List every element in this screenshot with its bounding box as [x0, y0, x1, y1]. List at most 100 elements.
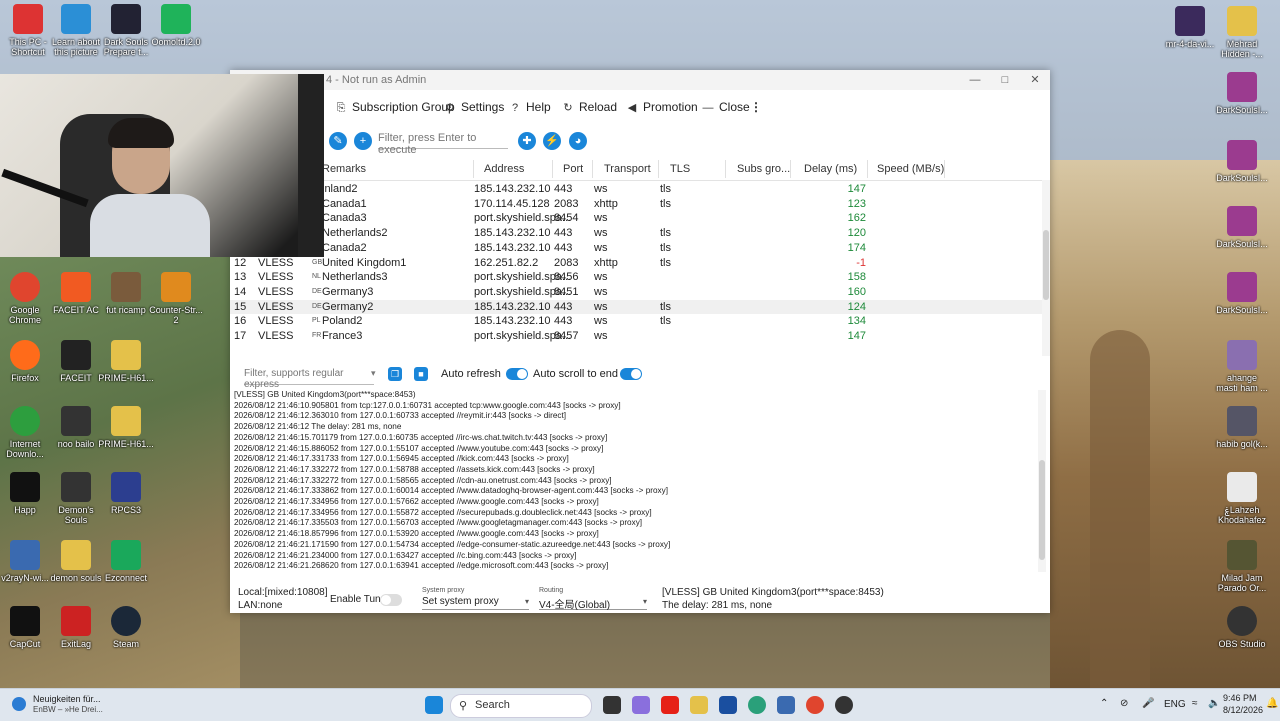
speed-test-button[interactable]: ⚡ [543, 132, 561, 150]
taskbar-search[interactable]: ⚲ Search [450, 694, 592, 718]
log-filter-dropdown-icon[interactable]: ▾ [371, 368, 376, 379]
network-off-icon[interactable]: ⊘ [1120, 698, 1128, 709]
v2rayn-taskbar-icon[interactable] [777, 696, 795, 714]
store-icon[interactable] [719, 696, 737, 714]
microphone-icon[interactable]: 🎤 [1142, 698, 1154, 709]
server-row[interactable]: 17 VLESS FR France3 port.skyshield.spa... 845… [230, 329, 1042, 344]
desktop-icon-ahange[interactable]: ahange masti ham ... [1214, 340, 1270, 393]
maximize-button[interactable]: □ [990, 72, 1020, 88]
server-row[interactable]: Netherlands2 185.143.232.10 443 ws tls 120 [230, 226, 1042, 241]
desktop-icon-fut-ricamp[interactable]: fut ricamp [98, 272, 154, 315]
copilot-icon[interactable] [632, 696, 650, 714]
subscription-group-menu[interactable]: ⎘ Subscription Group [334, 100, 455, 115]
col-address[interactable]: Address [484, 163, 524, 175]
edit-server-button[interactable]: ✎ [329, 132, 347, 150]
desktop-icon-faceit[interactable]: FACEIT [48, 340, 104, 383]
promotion-button[interactable]: ◀ Promotion [625, 100, 698, 114]
auto-scroll-toggle[interactable] [620, 368, 642, 380]
desktop-icon-capcut[interactable]: CapCut [0, 606, 53, 649]
news-title[interactable]: Neuigkeiten für... [33, 694, 101, 704]
reload-button[interactable]: ↻ Reload [561, 100, 617, 114]
copy-log-button[interactable]: ❐ [388, 367, 402, 381]
desktop-icon-darksouls-3[interactable]: DarkSoulsI... [1214, 206, 1270, 249]
col-subs-group[interactable]: Subs gro... [737, 163, 790, 175]
server-row[interactable]: Canada3 port.skyshield.spa... 8454 ws 162 [230, 211, 1042, 226]
col-port[interactable]: Port [563, 163, 583, 175]
file-explorer-icon[interactable] [690, 696, 708, 714]
desktop-icon-darksouls-1[interactable]: DarkSoulsI... [1214, 72, 1270, 115]
clear-log-button[interactable]: ■ [414, 367, 428, 381]
desktop-icon-v2rayn[interactable]: v2rayN-wi... [0, 540, 53, 583]
settings-menu[interactable]: ⚙ Settings [443, 100, 504, 114]
desktop-icon-exitlag[interactable]: ExitLag [48, 606, 104, 649]
desktop-icon-oomoltd[interactable]: Oomoltd.2.0 [148, 4, 204, 47]
language-indicator[interactable]: ENG [1164, 699, 1186, 710]
grid-scroll-thumb[interactable] [1043, 230, 1049, 300]
desktop-icon-lahzeh[interactable]: ۼLahzeh Khodahafez [1214, 472, 1270, 525]
server-filter-input[interactable]: Filter, press Enter to execute [378, 132, 508, 156]
desktop-icon-demons-souls[interactable]: Demon's Souls [48, 472, 104, 525]
desktop-icon-firefox[interactable]: Firefox [0, 340, 53, 383]
desktop-icon-dark-souls[interactable]: Dark Souls Prepare t... [98, 4, 154, 57]
minimize-button[interactable]: — [960, 72, 990, 88]
desktop-icon-habib[interactable]: habib gol(k... [1214, 406, 1270, 449]
tray-chevron-icon[interactable]: ⌃ [1100, 698, 1108, 709]
add-server-button[interactable]: + [354, 132, 372, 150]
log-scrollbar[interactable] [1038, 390, 1046, 572]
start-button[interactable] [425, 696, 443, 714]
log-output[interactable]: [VLESS] GB United Kingdom3(port***space:… [234, 390, 1034, 572]
clock-date[interactable]: 8/12/2026 [1223, 705, 1263, 715]
desktop-icon-counter-strike[interactable]: Counter-Str... 2 [148, 272, 204, 325]
auto-refresh-toggle[interactable] [506, 368, 528, 380]
youtube-icon[interactable] [661, 696, 679, 714]
col-tls[interactable]: TLS [670, 163, 690, 175]
server-row[interactable]: Canada2 185.143.232.10 443 ws tls 174 [230, 241, 1042, 256]
server-row[interactable]: 14 VLESS DE Germany3 port.skyshield.spa... 84… [230, 285, 1042, 300]
desktop-icon-idm[interactable]: Internet Downlo... [0, 406, 53, 459]
desktop-icon-darksouls-4[interactable]: DarkSoulsI... [1214, 272, 1270, 315]
server-row[interactable]: 15 VLESS DE Germany2 185.143.232.10 443 ws tls 1… [230, 299, 1042, 315]
realping-button[interactable]: ◕ [569, 132, 587, 150]
wifi-icon[interactable]: ≈ [1192, 698, 1198, 709]
test-all-button[interactable]: ✚ [518, 132, 536, 150]
task-view-icon[interactable] [603, 696, 621, 714]
obs-taskbar-icon[interactable] [835, 696, 853, 714]
desktop-icon-steam[interactable]: Steam [98, 606, 154, 649]
routing-select[interactable]: V4-全局(Global) ▾ [539, 596, 647, 611]
desktop-icon-chrome[interactable]: Google Chrome [0, 272, 53, 325]
grid-scrollbar[interactable] [1042, 180, 1050, 356]
desktop-icon-faceit-ac[interactable]: FACEIT AC [48, 272, 104, 315]
desktop-icon-prime-1[interactable]: PRIME-H61... [98, 340, 154, 383]
server-row[interactable]: 12 VLESS GB United Kingdom1 162.251.82.2 2083… [230, 256, 1042, 271]
desktop-icon-darksouls-2[interactable]: DarkSoulsI... [1214, 140, 1270, 183]
desktop-icon-happ[interactable]: Happ [0, 472, 53, 515]
edge-icon[interactable] [748, 696, 766, 714]
log-scroll-thumb[interactable] [1039, 460, 1045, 560]
desktop-icon-rpcs3[interactable]: RPCS3 [98, 472, 154, 515]
title-bar[interactable]: 4 - Not run as Admin — □ ✕ [230, 70, 1050, 90]
system-proxy-select[interactable]: Set system proxy ▾ [422, 596, 529, 610]
help-menu[interactable]: ? Help [508, 100, 551, 114]
enable-tun-toggle[interactable] [380, 594, 402, 606]
server-row[interactable]: 13 VLESS NL Netherlands3 port.skyshield.spa.… [230, 270, 1042, 285]
desktop-icon-mr4[interactable]: mr-4-da-vi... [1162, 6, 1218, 49]
more-menu-button[interactable]: ⋮ [750, 100, 762, 114]
chrome-taskbar-icon[interactable] [806, 696, 824, 714]
clock-time[interactable]: 9:46 PM [1223, 693, 1257, 703]
col-speed[interactable]: Speed (MB/s) [877, 163, 944, 175]
notification-bell-icon[interactable]: 🔔 [1266, 698, 1278, 709]
close-button[interactable]: — Close [701, 100, 750, 114]
desktop-icon-learn-picture[interactable]: Learn about this picture [48, 4, 104, 57]
desktop-icon-ezconnect[interactable]: Ezconnect [98, 540, 154, 583]
server-row[interactable]: inland2 185.143.232.10 443 ws tls 147 [230, 182, 1042, 197]
close-window-button[interactable]: ✕ [1020, 72, 1050, 88]
desktop-icon-noo-bailo[interactable]: noo bailo [48, 406, 104, 449]
col-delay[interactable]: Delay (ms) [804, 163, 857, 175]
col-transport[interactable]: Transport [604, 163, 651, 175]
desktop-icon-demon-souls-folder[interactable]: demon souls [48, 540, 104, 583]
desktop-icon-mehrad[interactable]: Mehrad Hidden -... [1214, 6, 1270, 59]
col-remarks[interactable]: Remarks [322, 163, 366, 175]
desktop-icon-milad[interactable]: Milad Jam Parado Or... [1214, 540, 1270, 593]
log-filter-input[interactable]: Filter, supports regular express [244, 368, 374, 390]
server-row[interactable]: Canada1 170.114.45.128 2083 xhttp tls 123 [230, 197, 1042, 212]
